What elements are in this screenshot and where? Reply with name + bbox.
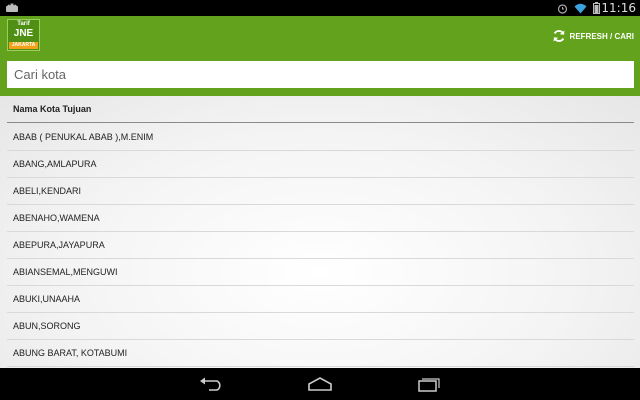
search-area <box>0 54 640 96</box>
list-item[interactable]: ABIANSEMAL,MENGUWI <box>7 259 634 286</box>
city-list-panel: Nama Kota Tujuan ABAB ( PENUKAL ABAB ),M… <box>0 96 640 368</box>
list-item[interactable]: ABELI,KENDARI <box>7 178 634 205</box>
battery-icon <box>593 2 600 14</box>
navigation-bar <box>0 368 640 400</box>
android-icon <box>6 3 18 12</box>
list-item[interactable]: ABANG,AMLAPURA <box>7 151 634 178</box>
back-icon[interactable] <box>199 376 225 392</box>
home-icon[interactable] <box>307 376 333 392</box>
action-bar: Tarif JNE JAKARTA REFRESH / CARI <box>0 16 640 54</box>
list-item[interactable]: ABUN,SORONG <box>7 313 634 340</box>
recent-apps-icon[interactable] <box>416 376 442 392</box>
refresh-icon <box>553 30 565 42</box>
logo-line-2: JNE <box>13 28 34 39</box>
city-list[interactable]: ABAB ( PENUKAL ABAB ),M.ENIM ABANG,AMLAP… <box>7 124 634 367</box>
list-item[interactable]: ABAB ( PENUKAL ABAB ),M.ENIM <box>7 124 634 151</box>
list-item[interactable]: ABEPURA,JAYAPURA <box>7 232 634 259</box>
list-item[interactable]: ABUNG BARAT, KOTABUMI <box>7 340 634 367</box>
app-logo[interactable]: Tarif JNE JAKARTA <box>7 19 40 51</box>
logo-line-1: Tarif <box>17 21 30 27</box>
clock: 11:16 <box>601 1 636 15</box>
refresh-button[interactable]: REFRESH / CARI <box>552 27 634 45</box>
wifi-icon <box>574 3 587 13</box>
list-header: Nama Kota Tujuan <box>7 96 634 123</box>
list-item[interactable]: ABENAHO,WAMENA <box>7 205 634 232</box>
status-bar: 11:16 <box>0 0 640 16</box>
alarm-icon <box>557 3 568 14</box>
refresh-label: REFRESH / CARI <box>569 31 634 41</box>
list-item[interactable]: ABUKI,UNAAHA <box>7 286 634 313</box>
logo-line-3: JAKARTA <box>9 42 38 49</box>
search-input[interactable] <box>7 61 634 88</box>
